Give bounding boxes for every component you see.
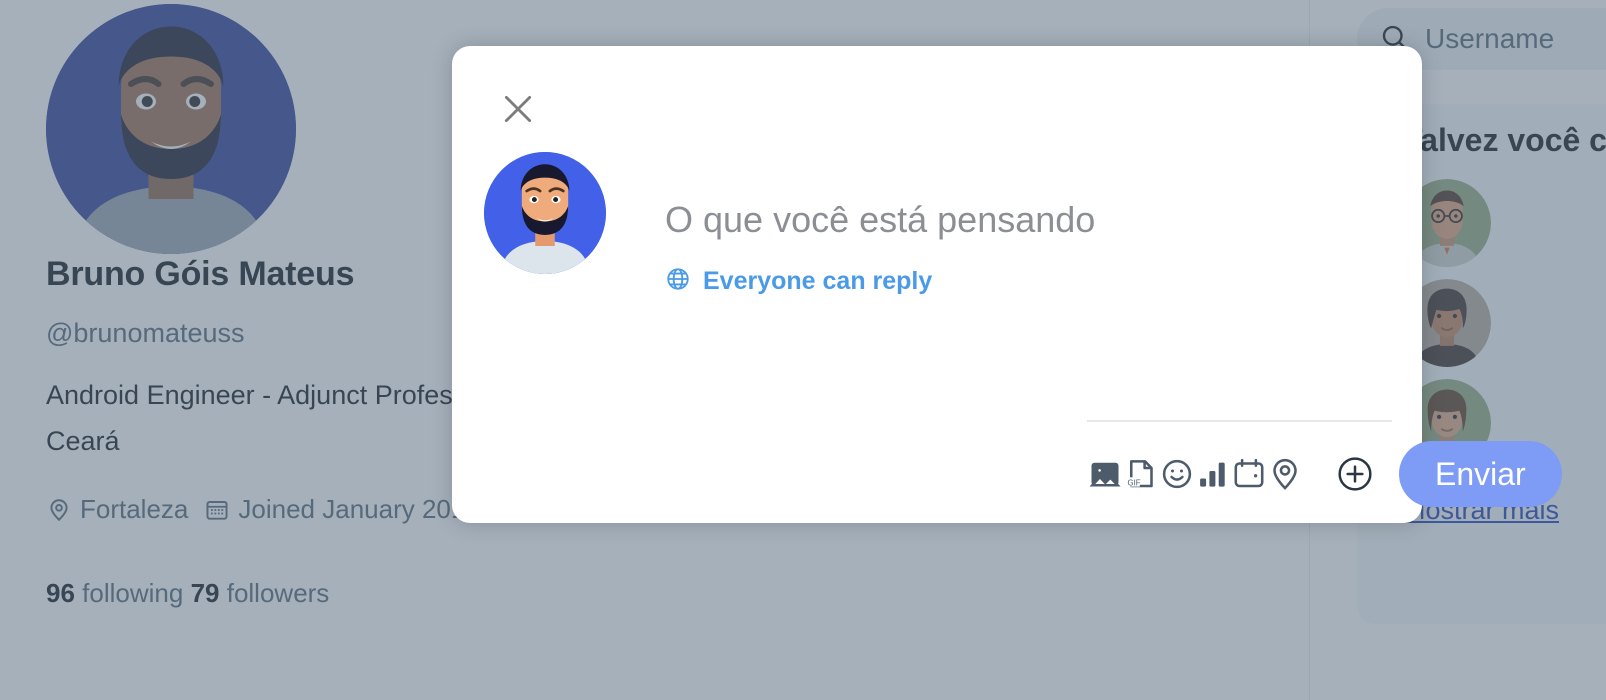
gif-icon[interactable]: GIF <box>1123 444 1159 504</box>
plus-circle-icon[interactable] <box>1335 448 1375 500</box>
poll-icon[interactable] <box>1195 444 1231 504</box>
composer-avatar[interactable] <box>484 152 606 274</box>
globe-icon <box>665 266 691 297</box>
compose-post-dialog: O que você está pensando Everyone can re… <box>452 46 1562 523</box>
send-button[interactable]: Enviar <box>1399 441 1562 507</box>
emoji-icon[interactable] <box>1159 444 1195 504</box>
composer-body: O que você está pensando Everyone can re… <box>606 152 1392 297</box>
location-icon[interactable] <box>1267 444 1303 504</box>
reply-scope-label: Everyone can reply <box>703 266 933 295</box>
composer-textarea-placeholder[interactable]: O que você está pensando <box>665 200 1392 240</box>
composer-toolbar: GIF Enviar <box>1087 441 1562 507</box>
image-icon[interactable] <box>1087 444 1123 504</box>
composer: O que você está pensando Everyone can re… <box>484 152 1392 297</box>
composer-divider <box>1087 420 1392 422</box>
close-icon[interactable] <box>495 86 541 132</box>
reply-scope-button[interactable]: Everyone can reply <box>665 266 1392 297</box>
schedule-icon[interactable] <box>1231 444 1267 504</box>
svg-text:GIF: GIF <box>1128 478 1141 487</box>
